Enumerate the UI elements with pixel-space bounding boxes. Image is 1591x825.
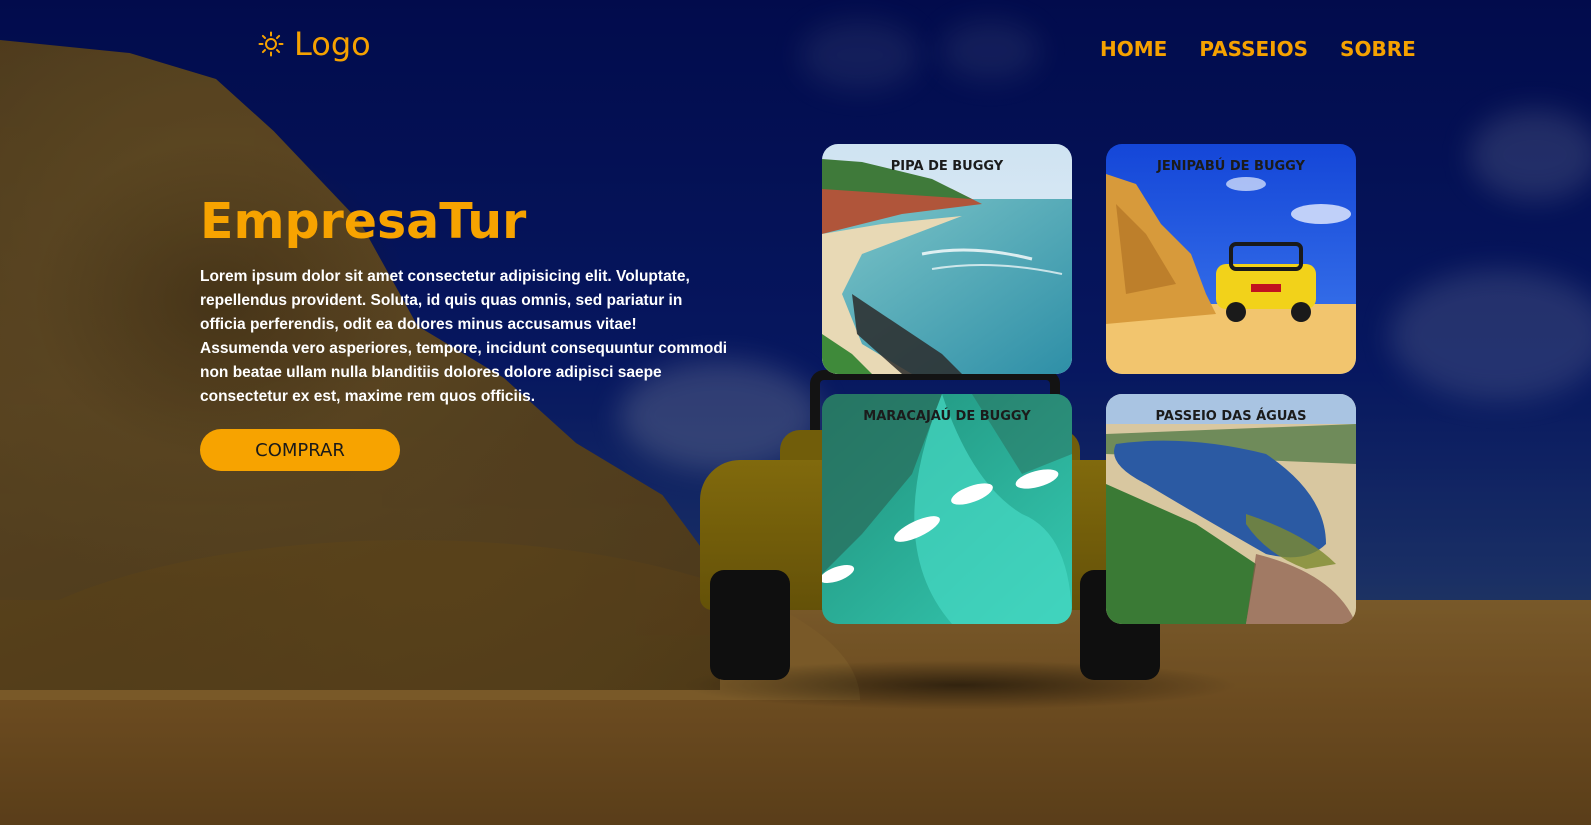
nav-passeios[interactable]: PASSEIOS	[1199, 36, 1308, 62]
tour-photo-jenipabu	[1106, 144, 1356, 374]
tour-title: PIPA DE BUGGY	[890, 159, 1004, 174]
logo-text: Logo	[294, 25, 371, 63]
sun-icon	[258, 31, 284, 57]
hero-title: EmpresaTur	[200, 193, 527, 250]
tour-title: PASSEIO DAS ÁGUAS	[1155, 409, 1307, 424]
hero-description: Lorem ipsum dolor sit amet consectetur a…	[200, 268, 728, 405]
tour-card-maracajau[interactable]: MARACAJAÚ DE BUGGY	[822, 394, 1072, 624]
tour-title: MARACAJAÚ DE BUGGY	[863, 409, 1031, 424]
logo[interactable]: Logo	[258, 24, 371, 64]
nav-home[interactable]: HOME	[1100, 36, 1167, 62]
tour-title: JENIPABÚ DE BUGGY	[1157, 159, 1305, 174]
main-nav: HOME PASSEIOS SOBRE	[1100, 36, 1416, 62]
tour-card-pipa[interactable]: PIPA DE BUGGY	[822, 144, 1072, 374]
buy-button[interactable]: COMPRAR	[200, 429, 400, 471]
tour-photo-aguas	[1106, 394, 1356, 624]
tour-card-aguas[interactable]: PASSEIO DAS ÁGUAS	[1106, 394, 1356, 624]
tour-photo-pipa	[822, 144, 1072, 374]
tour-photo-maracajau	[822, 394, 1072, 624]
nav-sobre[interactable]: SOBRE	[1340, 36, 1416, 62]
tour-card-jenipabu[interactable]: JENIPABÚ DE BUGGY	[1106, 144, 1356, 374]
